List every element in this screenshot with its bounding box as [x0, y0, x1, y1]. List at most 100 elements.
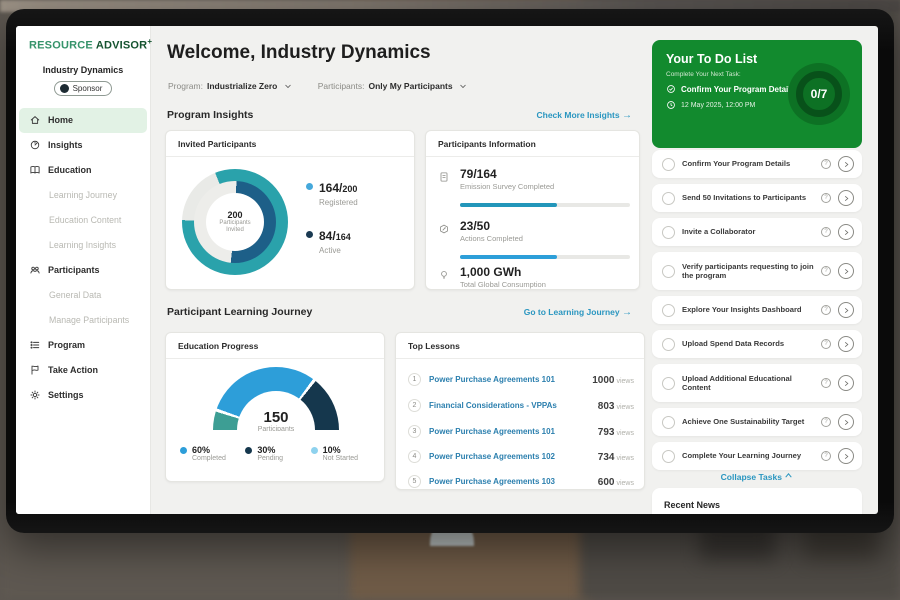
info-icon[interactable]: ?: [821, 193, 831, 203]
dashboard-screen: RESOURCE ADVISOR+ Industry Dynamics Spon…: [16, 26, 878, 514]
lesson-row: 2 Financial Considerations - VPPAs 803vi…: [408, 395, 634, 415]
sidebar: RESOURCE ADVISOR+ Industry Dynamics Spon…: [16, 26, 151, 514]
task-open-button[interactable]: [838, 302, 854, 318]
lesson-row: 3 Power Purchase Agreements 101 793views: [408, 421, 634, 441]
participants-icon: [29, 264, 41, 276]
legend-dot: [306, 231, 313, 238]
sidebar-item-learning-journey[interactable]: Learning Journey: [16, 183, 150, 208]
info-icon[interactable]: ?: [821, 227, 831, 237]
task-checkbox[interactable]: [662, 338, 675, 351]
task-row[interactable]: Explore Your Insights Dashboard ?: [652, 296, 862, 324]
chevron-right-icon: [843, 453, 850, 460]
task-checkbox[interactable]: [662, 304, 675, 317]
sidebar-item-learning-insights[interactable]: Learning Insights: [16, 233, 150, 258]
chevron-right-icon: [843, 268, 850, 275]
chevron-right-icon: [843, 161, 850, 168]
sidebar-item-participants[interactable]: Participants: [16, 258, 150, 283]
task-checkbox[interactable]: [662, 416, 675, 429]
monitor-bezel: RESOURCE ADVISOR+ Industry Dynamics Spon…: [6, 9, 894, 533]
lesson-link[interactable]: Power Purchase Agreements 103: [429, 477, 590, 486]
task-checkbox[interactable]: [662, 265, 675, 278]
info-icon[interactable]: ?: [821, 159, 831, 169]
sidebar-item-settings[interactable]: Settings: [16, 383, 150, 408]
sidebar-item-home[interactable]: Home: [19, 108, 147, 133]
resource-advisor-logo: RESOURCE ADVISOR+: [29, 37, 150, 52]
task-row[interactable]: Achieve One Sustainability Target ?: [652, 408, 862, 436]
task-open-button[interactable]: [838, 190, 854, 206]
task-open-button[interactable]: [838, 156, 854, 172]
sidebar-nav: Home Insights Education Learning Journey…: [16, 108, 150, 408]
task-open-button[interactable]: [838, 448, 854, 464]
invited-participants-card: Invited Participants 200 Participants In…: [165, 130, 415, 290]
info-icon[interactable]: ?: [821, 305, 831, 315]
check-circle-icon: [666, 84, 676, 94]
task-checkbox[interactable]: [662, 226, 675, 239]
sidebar-item-education-content[interactable]: Education Content: [16, 208, 150, 233]
task-row[interactable]: Verify participants requesting to join t…: [652, 252, 862, 290]
info-icon[interactable]: ?: [821, 417, 831, 427]
sidebar-item-education[interactable]: Education: [16, 158, 150, 183]
education-progress-card: Education Progress 150 Participants 60%C…: [165, 332, 385, 482]
gauge-legend: 60%Completed 30%Pending 10%Not Started: [180, 445, 376, 462]
education-gauge-chart: 150 Participants: [213, 367, 339, 431]
task-row[interactable]: Complete Your Learning Journey ?: [652, 442, 862, 470]
task-row[interactable]: Upload Additional Educational Content ?: [652, 364, 862, 402]
collapse-tasks-link[interactable]: Collapse Tasks: [652, 472, 862, 482]
task-open-button[interactable]: [838, 263, 854, 279]
sidebar-item-take-action[interactable]: Take Action: [16, 358, 150, 383]
info-icon[interactable]: ?: [821, 266, 831, 276]
participants-select[interactable]: Participants:Only My Participants: [318, 81, 467, 91]
chevron-down-icon: [459, 82, 467, 90]
task-checkbox[interactable]: [662, 158, 675, 171]
lesson-link[interactable]: Power Purchase Agreements 101: [429, 427, 590, 436]
task-checkbox[interactable]: [662, 377, 675, 390]
lesson-link[interactable]: Power Purchase Agreements 101: [429, 375, 584, 384]
sponsor-badge[interactable]: Sponsor: [54, 81, 113, 96]
chevron-down-icon: [284, 82, 292, 90]
program-select[interactable]: Program:Industrialize Zero: [168, 81, 292, 91]
home-icon: [29, 114, 41, 126]
sidebar-item-program[interactable]: Program: [16, 333, 150, 358]
legend-dot: [311, 447, 318, 454]
bulb-icon: [438, 269, 450, 281]
sidebar-item-general-data[interactable]: General Data: [16, 283, 150, 308]
task-open-button[interactable]: [838, 224, 854, 240]
card-title: Education Progress: [166, 333, 384, 359]
arrow-right-icon: →: [622, 110, 632, 121]
card-title: Top Lessons: [396, 333, 644, 359]
info-icon[interactable]: ?: [821, 339, 831, 349]
go-to-learning-journey-link[interactable]: Go to Learning Journey →: [456, 307, 632, 318]
check-more-insights-link[interactable]: Check More Insights →: [456, 110, 632, 121]
chevron-right-icon: [843, 307, 850, 314]
card-title: Invited Participants: [166, 131, 414, 157]
settings-icon: [29, 389, 41, 401]
task-open-button[interactable]: [838, 375, 854, 391]
task-open-button[interactable]: [838, 414, 854, 430]
task-row[interactable]: Send 50 Invitations to Participants ?: [652, 184, 862, 212]
sidebar-item-manage-participants[interactable]: Manage Participants: [16, 308, 150, 333]
clock-icon: [666, 100, 676, 110]
info-icon[interactable]: ?: [821, 378, 831, 388]
task-checkbox[interactable]: [662, 450, 675, 463]
legend-completed: 60%Completed: [180, 445, 245, 462]
insights-icon: [29, 139, 41, 151]
sidebar-item-insights[interactable]: Insights: [16, 133, 150, 158]
legend-not-started: 10%Not Started: [311, 445, 376, 462]
task-row[interactable]: Confirm Your Program Details ?: [652, 150, 862, 178]
legend-registered: 164/200 Registered: [306, 179, 358, 207]
task-checkbox[interactable]: [662, 192, 675, 205]
info-icon[interactable]: ?: [821, 451, 831, 461]
legend-pending: 30%Pending: [245, 445, 310, 462]
org-name: Industry Dynamics: [16, 65, 150, 75]
task-open-button[interactable]: [838, 336, 854, 352]
task-row[interactable]: Upload Spend Data Records ?: [652, 330, 862, 358]
take-action-icon: [29, 364, 41, 376]
lesson-link[interactable]: Financial Considerations - VPPAs: [429, 401, 590, 410]
task-list: Confirm Your Program Details ? Send 50 I…: [652, 150, 862, 476]
stat-actions: 23/50 Actions Completed: [438, 219, 523, 243]
chevron-right-icon: [843, 195, 850, 202]
learning-journey-heading: Participant Learning Journey: [167, 306, 312, 318]
task-row[interactable]: Invite a Collaborator ?: [652, 218, 862, 246]
lesson-link[interactable]: Power Purchase Agreements 102: [429, 452, 590, 461]
emission-progress-bar: [460, 203, 630, 207]
